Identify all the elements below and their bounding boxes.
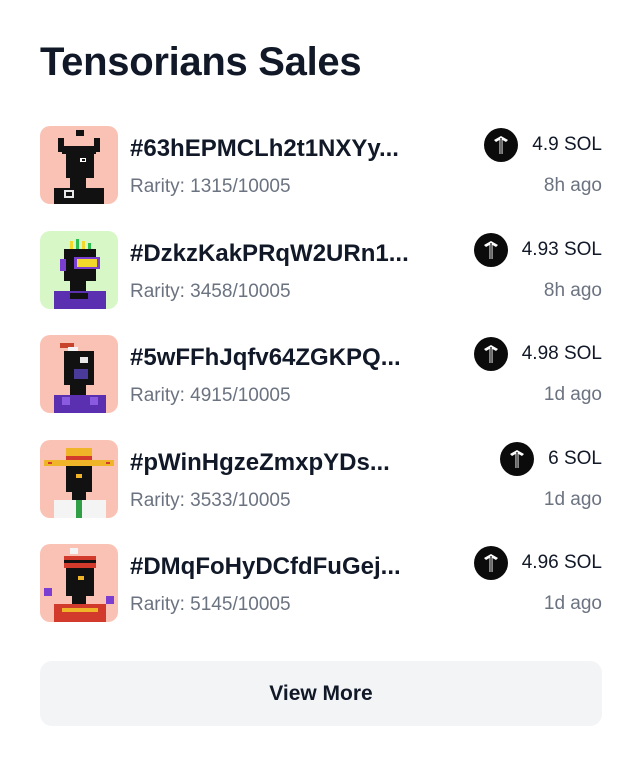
- sale-time: 1d ago: [543, 593, 602, 614]
- nft-rarity: Rarity: 1315/10005: [130, 176, 291, 197]
- sale-price: 4.93 SOL: [521, 238, 602, 260]
- nft-name[interactable]: #5wFFhJqfv64ZGKPQ...: [130, 343, 440, 373]
- nft-thumbnail[interactable]: [40, 230, 118, 309]
- nft-thumbnail[interactable]: [40, 439, 118, 518]
- nft-name[interactable]: #DzkzKakPRqW2URn1...: [130, 239, 440, 269]
- nft-rarity: Rarity: 3458/10005: [130, 280, 291, 302]
- nft-thumbnail[interactable]: [40, 544, 118, 622]
- price-group: 6 SOL: [500, 441, 602, 476]
- price-group: 4.96 SOL: [473, 546, 602, 580]
- tensor-logo-icon: [473, 337, 508, 371]
- nft-rarity: Rarity: 5145/10005: [130, 594, 291, 615]
- sale-price: 4.9 SOL: [532, 134, 602, 155]
- sale-time: 1d ago: [543, 384, 602, 405]
- sales-list: #63hEPMCLh2t1NXYy... Rarity: 1315/10005 …: [40, 126, 602, 649]
- sale-row[interactable]: #DzkzKakPRqW2URn1... Rarity: 3458/10005 …: [40, 230, 602, 309]
- nft-thumbnail[interactable]: [40, 335, 118, 413]
- nft-rarity: Rarity: 3533/10005: [130, 489, 291, 511]
- sale-price: 6 SOL: [548, 447, 602, 469]
- sale-price: 4.96 SOL: [521, 552, 602, 573]
- view-more-button[interactable]: View More: [40, 661, 602, 726]
- tensor-logo-icon: [473, 232, 508, 267]
- tensor-logo-icon: [484, 128, 519, 162]
- sale-row[interactable]: #pWinHgzeZmxpYDs... Rarity: 3533/10005 6…: [40, 439, 602, 518]
- sale-price: 4.98 SOL: [521, 343, 602, 364]
- page-title: Tensorians Sales: [40, 40, 362, 84]
- nft-name[interactable]: #63hEPMCLh2t1NXYy...: [130, 134, 440, 164]
- sale-row[interactable]: #DMqFoHyDCfdFuGej... Rarity: 5145/10005 …: [40, 544, 602, 622]
- nft-name[interactable]: #pWinHgzeZmxpYDs...: [130, 448, 440, 478]
- nft-thumbnail[interactable]: [40, 126, 118, 204]
- price-group: 4.98 SOL: [473, 337, 602, 371]
- sale-row[interactable]: #63hEPMCLh2t1NXYy... Rarity: 1315/10005 …: [40, 126, 602, 204]
- sale-row[interactable]: #5wFFhJqfv64ZGKPQ... Rarity: 4915/10005 …: [40, 335, 602, 413]
- tensor-logo-icon: [500, 441, 535, 476]
- price-group: 4.93 SOL: [473, 232, 602, 267]
- tensor-logo-icon: [473, 546, 508, 580]
- nft-name[interactable]: #DMqFoHyDCfdFuGej...: [130, 552, 440, 582]
- sale-time: 8h ago: [543, 279, 602, 301]
- sale-time: 8h ago: [543, 175, 602, 196]
- price-group: 4.9 SOL: [484, 128, 602, 162]
- nft-rarity: Rarity: 4915/10005: [130, 385, 291, 406]
- sale-time: 1d ago: [543, 488, 602, 510]
